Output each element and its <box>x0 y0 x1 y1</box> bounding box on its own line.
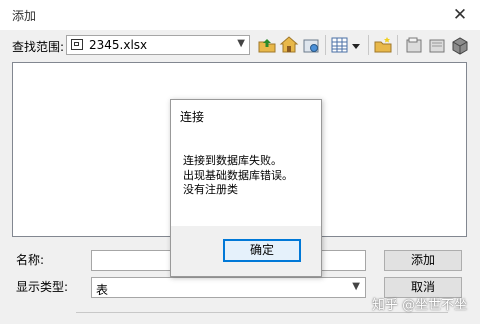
look-in-label: 查找范围: <box>12 40 65 54</box>
database-icon[interactable] <box>450 35 470 55</box>
chevron-down-icon[interactable]: ▼ <box>237 38 245 49</box>
add-button[interactable]: 添加 <box>384 250 462 271</box>
name-label: 名称: <box>16 253 45 267</box>
look-in-combo[interactable]: 2345.xlsx ▼ <box>66 35 250 55</box>
disconnect-folder-icon[interactable] <box>427 35 447 55</box>
dialog-footer: 确定 <box>171 226 321 276</box>
dialog-message: 连接到数据库失败。 出现基础数据库错误。 没有注册类 <box>183 154 293 198</box>
show-type-value: 表 <box>96 283 109 297</box>
go-to-folder-icon[interactable] <box>301 35 321 55</box>
dialog-message-line: 出现基础数据库错误。 <box>183 168 293 182</box>
dialog-title: 连接 <box>180 110 205 124</box>
new-folder-icon[interactable] <box>373 35 393 55</box>
connect-folder-icon[interactable] <box>404 35 424 55</box>
show-type-select[interactable]: 表 ▼ <box>91 277 366 298</box>
home-icon[interactable] <box>279 35 299 55</box>
watermark-text: 知乎 @坐世不坐 <box>372 298 468 313</box>
title-bar: 添加 ✕ <box>0 0 480 30</box>
look-in-value: 2345.xlsx <box>89 38 148 52</box>
toolbar-separator <box>368 35 369 55</box>
view-list-icon[interactable] <box>330 35 350 55</box>
ok-button[interactable]: 确定 <box>223 239 301 262</box>
spreadsheet-file-icon <box>71 39 83 50</box>
add-data-window: 添加 ✕ 查找范围: 2345.xlsx ▼ 名称: 显示类型: 表 ▼ 添加 … <box>0 0 480 323</box>
dialog-message-line: 没有注册类 <box>183 183 238 196</box>
bottom-divider <box>76 312 448 324</box>
folder-up-icon[interactable] <box>257 35 277 55</box>
toolbar-separator <box>325 35 326 55</box>
toolbar-separator <box>397 35 398 55</box>
close-icon[interactable]: ✕ <box>448 4 472 26</box>
chevron-down-icon[interactable]: ▼ <box>352 281 360 292</box>
dialog-message-line: 连接到数据库失败。 <box>183 154 282 167</box>
window-title: 添加 <box>12 9 37 23</box>
view-dropdown-icon[interactable] <box>350 35 362 55</box>
show-type-label: 显示类型: <box>16 280 69 294</box>
connection-error-dialog: 连接 连接到数据库失败。 出现基础数据库错误。 没有注册类 确定 <box>170 99 322 277</box>
